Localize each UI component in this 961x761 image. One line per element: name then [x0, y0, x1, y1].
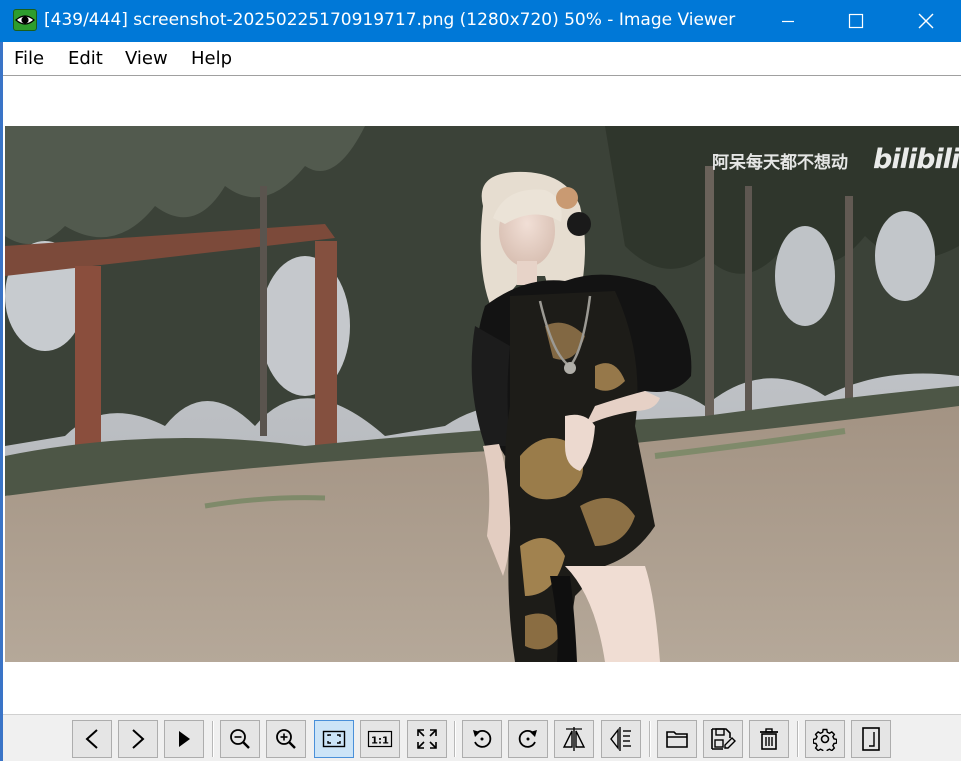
- flip-vertical-icon: [610, 727, 631, 751]
- flip-vertical-button[interactable]: [601, 720, 641, 758]
- menu-help[interactable]: Help: [191, 49, 232, 69]
- minimize-icon: [782, 20, 794, 23]
- rotate-right-button[interactable]: [508, 720, 548, 758]
- chevron-right-icon: [132, 729, 145, 749]
- actual-size-icon: 1:1: [367, 730, 393, 748]
- settings-button[interactable]: [805, 720, 845, 758]
- watermark-text: 阿呆每天都不想动: [712, 153, 848, 173]
- image-canvas[interactable]: 阿呆每天都不想动 bilibili: [3, 77, 961, 714]
- fullscreen-button[interactable]: [407, 720, 447, 758]
- fullscreen-icon: [417, 729, 437, 749]
- zoom-out-button[interactable]: [220, 720, 260, 758]
- eye-icon: [13, 9, 37, 31]
- title-bar: [439/444] screenshot-20250225170919717.p…: [0, 0, 961, 42]
- close-icon: [918, 13, 934, 29]
- zoom-in-icon: [276, 729, 296, 749]
- slideshow-button[interactable]: [164, 720, 204, 758]
- fit-to-window-button[interactable]: [314, 720, 354, 758]
- trash-icon: [760, 728, 778, 750]
- toolbar-separator: [212, 721, 214, 757]
- menu-bar: File Edit View Help: [3, 42, 961, 76]
- delete-button[interactable]: [749, 720, 789, 758]
- minimize-button[interactable]: [753, 0, 823, 42]
- toolbar: 1:1: [3, 714, 961, 761]
- maximize-button[interactable]: [821, 0, 891, 42]
- folder-icon: [666, 731, 688, 748]
- rotate-left-icon: [473, 729, 492, 748]
- svg-text:1:1: 1:1: [371, 736, 389, 747]
- toolbar-separator: [454, 721, 456, 757]
- bilibili-logo: bilibili: [873, 144, 959, 175]
- close-button[interactable]: [891, 0, 961, 42]
- zoom-in-button[interactable]: [266, 720, 306, 758]
- gear-icon: [813, 728, 837, 751]
- flip-horizontal-button[interactable]: [554, 720, 594, 758]
- rotate-left-button[interactable]: [462, 720, 502, 758]
- toolbar-separator: [649, 721, 651, 757]
- chevron-left-icon: [85, 729, 98, 749]
- document-icon: [862, 727, 880, 751]
- window-title: [439/444] screenshot-20250225170919717.p…: [44, 10, 736, 30]
- menu-file[interactable]: File: [14, 49, 44, 69]
- save-edit-icon: [711, 728, 736, 750]
- play-icon: [179, 731, 190, 747]
- previous-image-button[interactable]: [72, 720, 112, 758]
- fit-window-icon: [322, 730, 346, 748]
- zoom-out-icon: [230, 729, 250, 749]
- flip-horizontal-icon: [562, 727, 586, 751]
- open-file-button[interactable]: [657, 720, 697, 758]
- next-image-button[interactable]: [118, 720, 158, 758]
- menu-edit[interactable]: Edit: [68, 49, 103, 69]
- menu-view[interactable]: View: [125, 49, 168, 69]
- actual-size-button[interactable]: 1:1: [360, 720, 400, 758]
- about-button[interactable]: [851, 720, 891, 758]
- toolbar-separator: [797, 721, 799, 757]
- displayed-image[interactable]: 阿呆每天都不想动 bilibili: [5, 126, 959, 662]
- save-as-button[interactable]: [703, 720, 743, 758]
- maximize-icon: [848, 13, 864, 29]
- rotate-right-icon: [518, 729, 537, 748]
